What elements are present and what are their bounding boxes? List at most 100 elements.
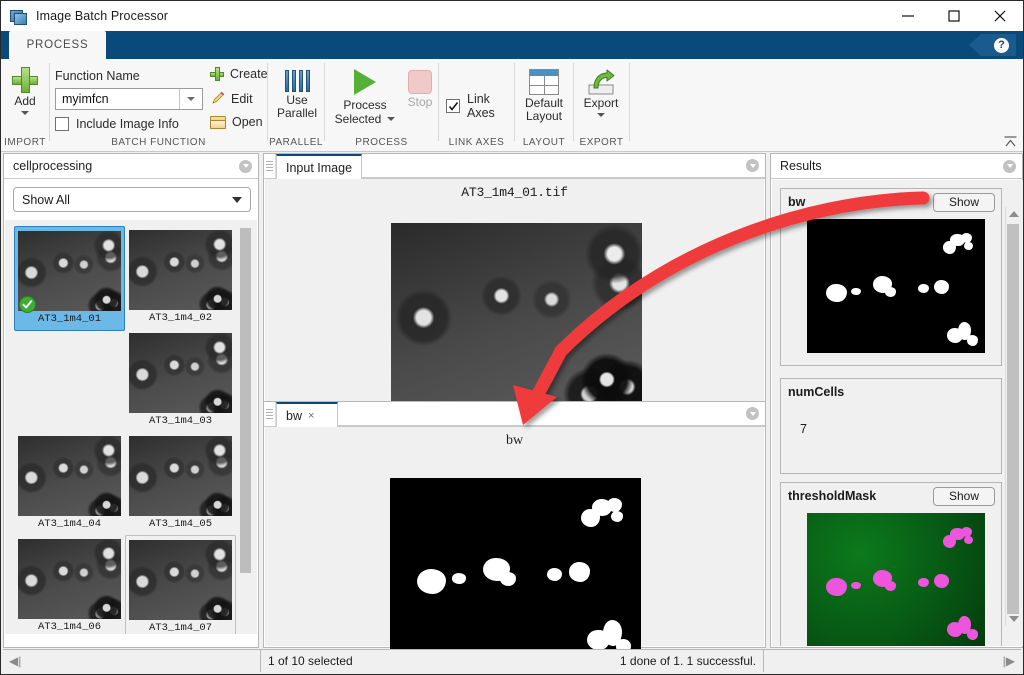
thumbnail-label: AT3_1m4_02 (128, 312, 233, 325)
panel-menu-icon[interactable] (239, 160, 252, 173)
mask-blob (547, 568, 562, 581)
result-card-numcells: numCells 7 (780, 378, 1002, 474)
thumbnail-label: AT3_1m4_04 (17, 518, 122, 531)
drag-handle-icon[interactable] (264, 154, 276, 178)
ribbon-group-parallel: Use Parallel PARALLEL (268, 59, 324, 151)
group-label-export: EXPORT (574, 137, 629, 148)
results-scrollbar[interactable] (1005, 207, 1020, 626)
panel-menu-icon[interactable] (746, 407, 759, 420)
thumbnail-item[interactable]: AT3_1m4_02 (125, 226, 236, 329)
panel-menu-icon[interactable] (746, 159, 759, 172)
collapse-ribbon-icon[interactable] (1004, 135, 1017, 147)
group-label-batch-function: BATCH FUNCTION (50, 137, 267, 148)
thumbnail-image (129, 540, 232, 620)
tab-input-image[interactable]: Input Image (276, 154, 362, 179)
process-selected-button[interactable]: Process Selected (329, 69, 401, 126)
mask-blob (417, 569, 446, 594)
include-image-info-label: Include Image Info (76, 117, 179, 131)
result-card-thresholdmask-header: thresholdMask Show (781, 483, 1001, 509)
scroll-down-arrow-icon[interactable] (1009, 616, 1019, 622)
chevron-down-icon[interactable] (21, 111, 29, 115)
threshold-blob (964, 536, 973, 544)
thumbnail-item[interactable]: AT3_1m4_05 (125, 432, 236, 535)
help-button[interactable]: ? (969, 34, 1016, 56)
last-page-icon[interactable]: |▶ (1003, 654, 1015, 668)
filter-dropdown[interactable]: Show All (13, 187, 251, 212)
export-button-label: Export (584, 97, 619, 110)
thumbnail-image (18, 539, 121, 619)
first-page-icon[interactable]: ◀| (9, 654, 21, 668)
window-controls (885, 1, 1023, 31)
default-layout-button[interactable]: Default Layout (520, 69, 568, 123)
thumbnail-label: AT3_1m4_05 (128, 518, 233, 531)
group-label-layout: LAYOUT (515, 137, 573, 148)
input-image-panel: Input Image AT3_1m4_01.tif (263, 153, 766, 403)
status-right-segment: |▶ (764, 650, 1021, 672)
function-name-label: Function Name (55, 69, 140, 83)
thumbnail-scrollbar[interactable] (240, 228, 251, 624)
create-button[interactable]: Create (210, 67, 268, 81)
thumbnail-item[interactable]: AT3_1m4_01 (14, 226, 125, 331)
scroll-up-arrow-icon[interactable] (1009, 211, 1019, 217)
result-card-numcells-value: 7 (781, 405, 1001, 436)
mask-blob (500, 572, 516, 586)
thumbnail-item[interactable]: AT3_1m4_06 (14, 535, 125, 634)
open-button[interactable]: Open (210, 115, 263, 129)
close-icon[interactable] (977, 1, 1023, 31)
chevron-down-icon[interactable] (597, 113, 605, 117)
edit-button-label: Edit (231, 92, 253, 106)
link-axes-checkbox[interactable]: Link Axes (446, 92, 514, 120)
tab-bw[interactable]: bw × (276, 402, 338, 427)
edit-button[interactable]: Edit (210, 91, 253, 106)
scrollbar-thumb[interactable] (1007, 224, 1019, 614)
stop-button-label: Stop (408, 96, 433, 109)
checkbox-box (55, 117, 69, 131)
result-card-numcells-header: numCells (781, 379, 1001, 405)
drag-handle-icon[interactable] (264, 402, 276, 426)
chevron-down-icon (232, 197, 242, 203)
threshold-blob (918, 578, 929, 587)
chevron-down-icon[interactable] (387, 117, 395, 121)
minimize-icon[interactable] (885, 1, 931, 31)
status-bar: ◀| 1 of 10 selected 1 done of 1. 1 succe… (3, 649, 1021, 672)
bw-axes-title: bw (265, 427, 764, 449)
default-layout-label-2: Layout (526, 110, 562, 123)
ribbon-tab-strip: PROCESS ? (1, 31, 1023, 59)
thumbnail-label: AT3_1m4_06 (17, 621, 122, 634)
panel-menu-icon[interactable] (1003, 160, 1016, 173)
app-logo-icon (10, 8, 27, 25)
include-image-info-checkbox[interactable]: Include Image Info (55, 117, 179, 131)
status-middle-segment: 1 of 10 selected 1 done of 1. 1 successf… (261, 650, 764, 672)
thumbnail-list[interactable]: AT3_1m4_01AT3_1m4_02 AT3_1m4_03 AT3_1m4_04… (5, 220, 257, 634)
tab-input-image-label: Input Image (286, 161, 352, 175)
green-plus-icon (12, 67, 38, 93)
show-button-bw[interactable]: Show (933, 193, 995, 212)
thumbnail-item[interactable]: AT3_1m4_03 (125, 329, 236, 432)
tab-bw-close-icon[interactable]: × (308, 410, 314, 422)
maximize-icon[interactable] (931, 1, 977, 31)
mask-blob (607, 498, 622, 512)
scrollbar-thumb[interactable] (240, 228, 251, 573)
result-card-bw-thumbnail (807, 219, 985, 353)
results-panel: Results bw Show numCells 7 (770, 153, 1023, 648)
chevron-down-icon[interactable] (179, 89, 202, 109)
tab-process[interactable]: PROCESS (9, 31, 106, 59)
green-play-icon (354, 69, 376, 95)
thumbnail-label: AT3_1m4_07 (129, 622, 232, 634)
bw-tabrow: bw × (264, 402, 765, 427)
thumbnail-image (18, 436, 121, 516)
processed-check-icon (19, 296, 36, 313)
status-selection-text: 1 of 10 selected (268, 654, 353, 668)
thumbnail-item[interactable]: AT3_1m4_07 (125, 535, 236, 634)
export-button[interactable]: Export (578, 69, 624, 117)
threshold-blob (967, 629, 978, 640)
group-label-parallel: PARALLEL (268, 137, 324, 148)
function-name-value: myimfcn (56, 92, 179, 106)
use-parallel-button[interactable]: Use Parallel (274, 68, 320, 120)
result-card-thresholdmask-name: thresholdMask (788, 489, 933, 503)
layout-grid-icon (529, 69, 559, 95)
function-name-combobox[interactable]: myimfcn (55, 88, 203, 110)
add-button[interactable]: Add (5, 67, 45, 115)
thumbnail-item[interactable]: AT3_1m4_04 (14, 432, 125, 535)
show-button-thresholdmask[interactable]: Show (933, 487, 995, 506)
